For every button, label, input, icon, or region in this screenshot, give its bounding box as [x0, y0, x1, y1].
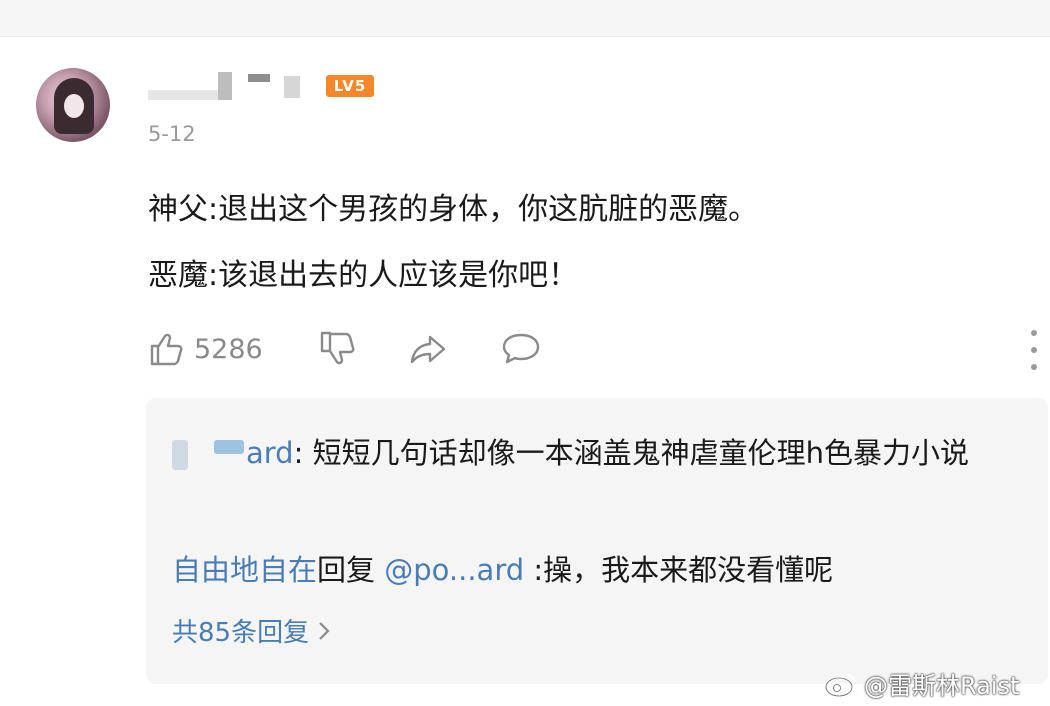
comment-button[interactable] [500, 326, 542, 372]
avatar[interactable] [36, 68, 110, 142]
username-redacted[interactable] [148, 72, 308, 102]
reply-2-action: 回复 [317, 553, 376, 587]
share-button[interactable] [408, 326, 448, 372]
reply-count-label: 共85条回复 [172, 618, 310, 648]
reply-1-text: : 短短几句话却像一本涵盖鬼神虐童伦理h色暴力小说 [293, 436, 969, 470]
more-options-button[interactable] [1024, 330, 1044, 370]
comment-text-line-2: 恶魔:该退出去的人应该是你吧！ [148, 258, 579, 293]
thumbs-down-icon [320, 331, 355, 365]
reply-2-nickname[interactable]: 自由地自在 [172, 553, 317, 587]
level-badge: LV5 [326, 75, 374, 97]
comment-text-line-1: 神父:退出这个男孩的身体，你这肮脏的恶魔。 [148, 192, 759, 227]
reply-1[interactable]: ard: 短短几句话却像一本涵盖鬼神虐童伦理h色暴力小说 [172, 428, 1032, 478]
comment-icon [502, 333, 540, 364]
dislike-button[interactable] [318, 326, 358, 372]
like-button[interactable]: 5286 [148, 326, 263, 372]
share-icon [410, 335, 446, 364]
reply-1-nickname-visible: ard [246, 436, 294, 470]
thumbs-up-icon [150, 333, 183, 366]
like-count: 5286 [194, 333, 263, 365]
comment-date: 5-12 [148, 122, 196, 146]
watermark: @雷斯林Raist [824, 666, 1019, 701]
comment-actions: 5286 [148, 326, 1028, 372]
more-icon [1031, 330, 1037, 336]
reply-2[interactable]: 自由地自在回复 @po...ard :操，我本来都没看懂呢 [172, 548, 833, 592]
view-all-replies-link[interactable]: 共85条回复 [172, 612, 331, 649]
top-band [0, 0, 1050, 37]
reply-2-text: :操，我本来都没看懂呢 [524, 553, 834, 587]
weibo-logo-icon [824, 673, 856, 697]
reply-1-nickname[interactable]: ard [172, 428, 294, 478]
replies-panel[interactable]: ard: 短短几句话却像一本涵盖鬼神虐童伦理h色暴力小说 自由地自在回复 @po… [146, 398, 1048, 684]
watermark-text: @雷斯林Raist [864, 672, 1020, 700]
chevron-right-icon [319, 621, 330, 640]
reply-2-mention[interactable]: @po...ard [384, 553, 524, 587]
